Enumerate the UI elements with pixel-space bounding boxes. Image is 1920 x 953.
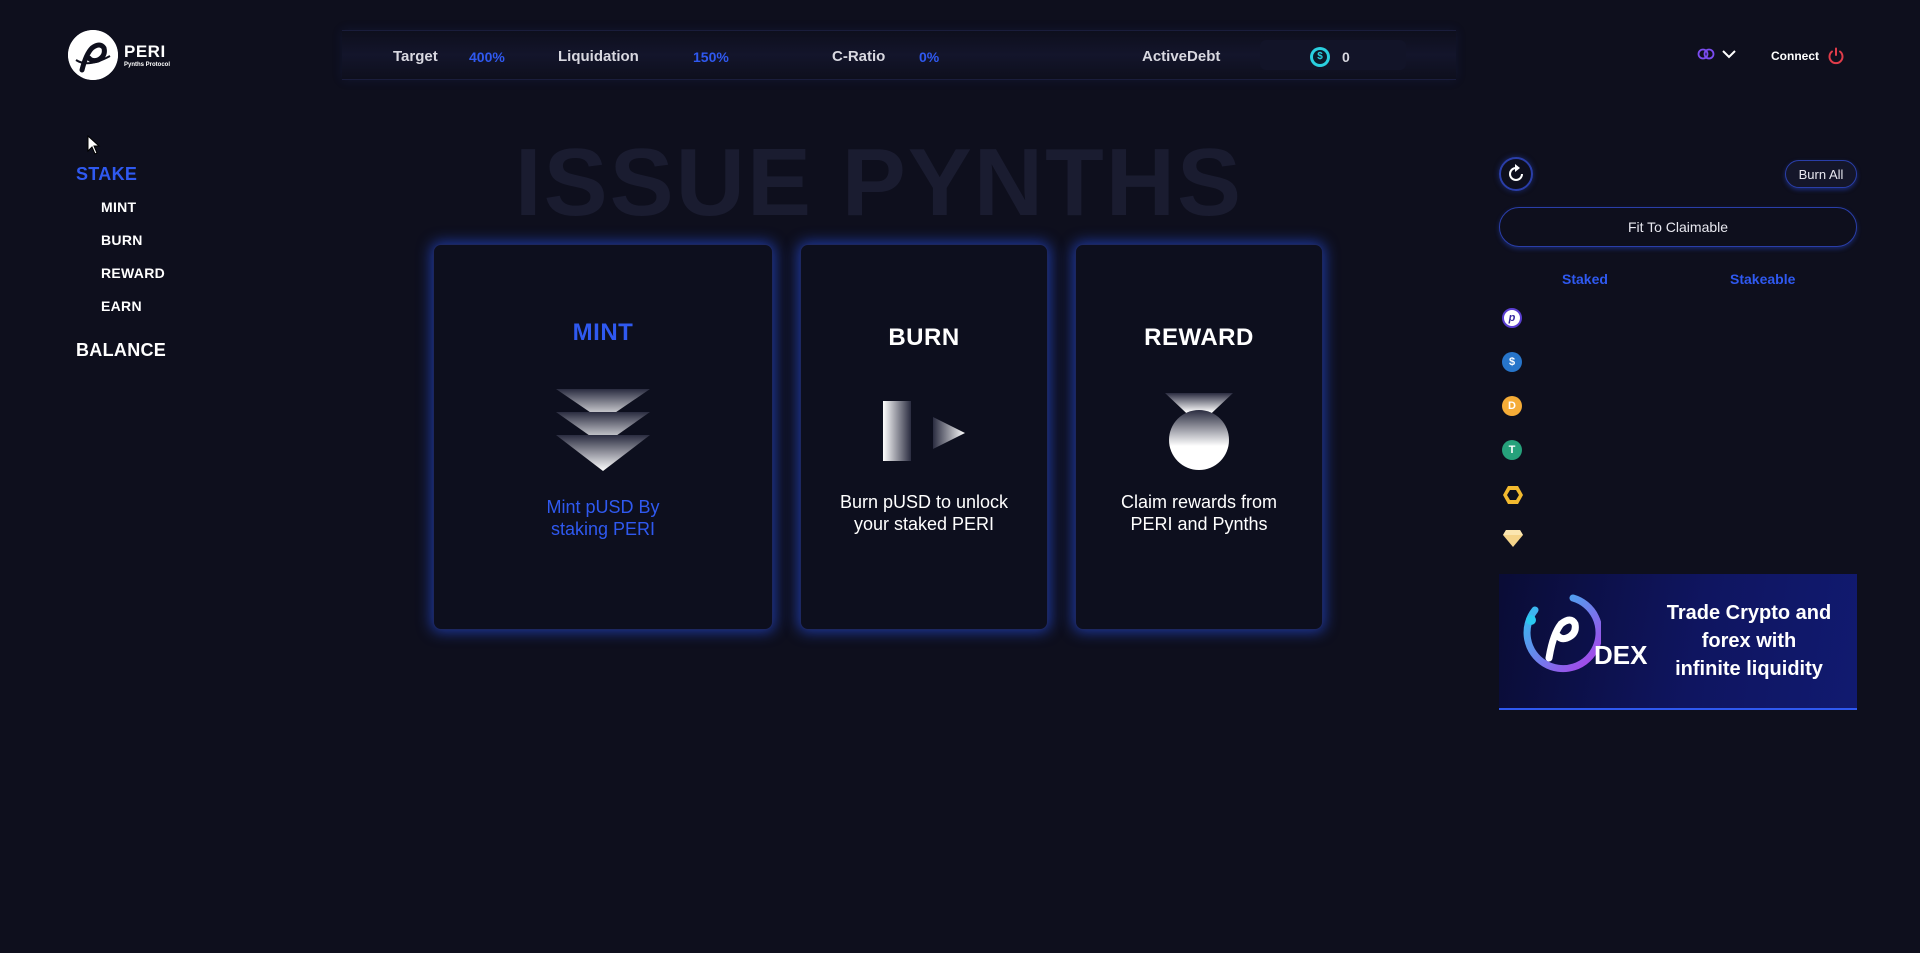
page-title: ISSUE PYNTHS xyxy=(514,129,1244,236)
activedebt-box xyxy=(1260,40,1406,70)
tab-stakeable[interactable]: Stakeable xyxy=(1730,271,1795,287)
mint-card-title: MINT xyxy=(572,319,634,346)
activedebt-label: ActiveDebt xyxy=(1142,48,1221,65)
activedebt-value: 0 xyxy=(1342,49,1350,65)
cratio-value: 0% xyxy=(919,49,940,65)
reward-card-description: Claim rewards from PERI and Pynths xyxy=(1120,492,1278,534)
fit-to-claimable-button[interactable]: Fit To Claimable xyxy=(1499,207,1857,247)
reward-icon xyxy=(1165,393,1233,470)
reward-card[interactable]: REWARD Claim rewards from PERI and Pynth… xyxy=(1075,244,1323,630)
peri-logo-icon xyxy=(68,30,118,80)
liquidation-label: Liquidation xyxy=(558,48,639,65)
usdc-token-icon: $ xyxy=(1502,352,1524,374)
mouse-cursor-icon xyxy=(87,135,101,155)
dex-banner-text: Trade Crypto and forex with infinite liq… xyxy=(1666,602,1832,680)
link-icon xyxy=(1697,48,1715,60)
peri-token-icon: p xyxy=(1502,308,1524,330)
stats-bar: Target 400% Liquidation 150% C-Ratio 0% … xyxy=(342,30,1456,80)
target-label: Target xyxy=(393,48,438,65)
network-selector[interactable] xyxy=(1697,47,1737,61)
nav-balance[interactable]: BALANCE xyxy=(76,340,166,361)
target-value: 400% xyxy=(469,49,505,65)
burn-card-title: BURN xyxy=(888,324,960,351)
burn-card-description: Burn pUSD to unlock your staked PERI xyxy=(839,492,1009,534)
chevron-down-icon xyxy=(1722,50,1736,59)
usdt-token-icon: T xyxy=(1502,440,1524,462)
burn-card[interactable]: BURN Burn pUSD to unlock your staked PER… xyxy=(800,244,1048,630)
nav-item-reward[interactable]: REWARD xyxy=(101,265,166,298)
diamond-token-icon xyxy=(1502,528,1524,550)
bnb-token-icon xyxy=(1502,484,1524,506)
burn-icon xyxy=(883,401,965,461)
dex-promo-banner[interactable]: DEX Trade Crypto and forex with infinite… xyxy=(1499,574,1857,710)
triple-chevron-down-icon xyxy=(556,389,650,471)
brand-logo[interactable]: PERI Pynths Protocol xyxy=(68,30,170,80)
refresh-icon xyxy=(1509,164,1523,181)
liquidation-value: 150% xyxy=(693,49,729,65)
dex-logo-icon xyxy=(1523,594,1601,673)
burn-all-button[interactable]: Burn All xyxy=(1785,160,1857,188)
brand-tagline: Pynths Protocol xyxy=(124,61,171,68)
pusd-coin-icon: $ xyxy=(1310,47,1330,67)
dex-label: DEX xyxy=(1594,640,1648,670)
dai-token-icon: D xyxy=(1502,396,1524,418)
connect-button[interactable]: Connect xyxy=(1771,47,1845,65)
mint-card[interactable]: MINT Mint pUSD By staking PERI xyxy=(433,244,773,630)
brand-name: PERI xyxy=(124,41,166,61)
mint-card-description: Mint pUSD By staking PERI xyxy=(546,497,660,539)
connect-label: Connect xyxy=(1771,49,1819,63)
cratio-label: C-Ratio xyxy=(832,48,886,65)
refresh-button[interactable] xyxy=(1499,157,1533,191)
tab-staked[interactable]: Staked xyxy=(1562,271,1608,287)
reward-card-title: REWARD xyxy=(1144,324,1254,351)
nav-item-earn[interactable]: EARN xyxy=(101,298,166,331)
power-icon xyxy=(1828,47,1844,65)
